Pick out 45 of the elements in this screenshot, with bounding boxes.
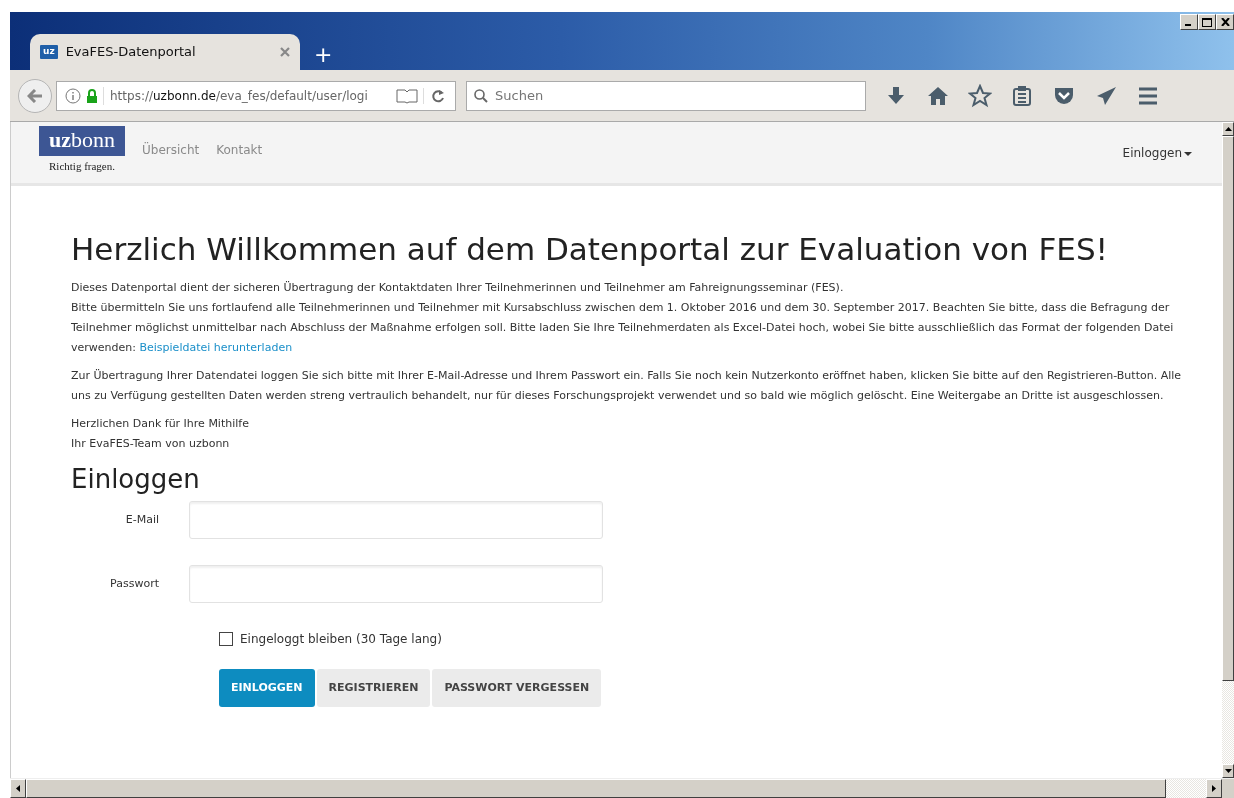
secondary-button[interactable]: PASSWORT VERGESSEN bbox=[432, 669, 602, 708]
checkbox[interactable] bbox=[219, 632, 233, 647]
browser-tab[interactable]: uz EvaFES-Datenportal bbox=[30, 34, 300, 70]
checkbox-label: Eingeloggt bleiben (30 Tage lang) bbox=[240, 631, 442, 649]
tab-close-button[interactable] bbox=[280, 47, 290, 57]
search-field[interactable]: Suchen bbox=[466, 80, 866, 111]
scrollbar-thumb[interactable] bbox=[1222, 136, 1234, 681]
scroll-up-button[interactable] bbox=[1222, 122, 1234, 136]
right-arrow-icon bbox=[1212, 785, 1216, 792]
new-tab-button[interactable]: + bbox=[314, 44, 333, 66]
field-label: E-Mail bbox=[124, 512, 160, 529]
lock-icon[interactable] bbox=[86, 88, 98, 103]
scroll-left-button[interactable] bbox=[10, 779, 26, 798]
login-heading: Einloggen bbox=[71, 464, 201, 496]
login-button[interactable]: EINLOGGEN bbox=[219, 669, 315, 708]
secondary-button[interactable]: REGISTRIEREN bbox=[316, 669, 431, 708]
scroll-right-button[interactable] bbox=[1206, 779, 1222, 798]
up-arrow-icon bbox=[1224, 127, 1232, 131]
tab-title: EvaFES-Datenportal bbox=[65, 43, 197, 62]
back-arrow-icon bbox=[27, 88, 43, 103]
clipboard-list-icon[interactable] bbox=[1010, 83, 1034, 108]
input-field[interactable] bbox=[189, 501, 603, 540]
closing-text: Herzlichen Dank für Ihre Mithilfe Ihr EvaFES-Team von uzbonn bbox=[71, 416, 250, 453]
maximize-button[interactable] bbox=[1198, 14, 1216, 30]
back-button[interactable] bbox=[18, 78, 52, 113]
favicon: uz bbox=[40, 45, 58, 59]
info-icon[interactable] bbox=[65, 87, 81, 104]
intro-paragraph: Dieses Datenportal dient der sicheren Übertragung der Kontaktdaten Ihrer Teilnehmerinnen und Teilnehmer am Fahreignungsseminar (FES). Bitte übermitteln Sie uns fortlaufend alle Teilnehmerinnen und Teilnehmer mit Kursabschluss zwischen dem 1. Oktober 2016 und dem 30. September 2017. Beachten Sie bitte, dass die Befragung der Teilnehmer möglichst unmittelbar nach Abschluss der Maßnahme erfolgen soll. Bitte laden Sie Ihre Teilnehmerdaten als Excel-Datei hoch, wobei Sie bitte ausschließlich das Format der folgenden Datei verwenden: Beispieldatei herunterladen bbox=[71, 280, 1175, 357]
caret-icon bbox=[1184, 151, 1192, 156]
close-icon bbox=[1220, 18, 1230, 26]
field-label: Passwort bbox=[109, 576, 160, 593]
input-field[interactable] bbox=[189, 565, 603, 604]
close-button[interactable] bbox=[1216, 14, 1234, 30]
download-link[interactable]: Beispieldatei herunterladen bbox=[139, 341, 293, 355]
maximize-icon bbox=[1202, 17, 1212, 27]
down-arrow-icon bbox=[1224, 769, 1232, 773]
reader-view-icon[interactable] bbox=[396, 87, 418, 104]
login-dropdown[interactable]: Einloggen bbox=[1122, 144, 1192, 162]
horizontal-scrollbar-thumb[interactable] bbox=[26, 779, 1166, 798]
minimize-button[interactable] bbox=[1180, 14, 1198, 30]
privacy-paragraph: Zur Übertragung Ihrer Datendatei loggen Sie sich bitte mit Ihrer E-Mail-Adresse und Ihrem Passwort ein. Falls Sie noch kein Nutzerkonto eröffnet haben, klicken Sie bitte auf den Registrieren-Button. Alle uns zu Verfügung gestellten Daten werden streng vertraulich behandelt, nur für dieses Forschungsprojekt verwendet und so bald wie möglich gelöscht. Eine Weitergabe an Dritte ist ausgeschlossen. bbox=[71, 368, 1183, 405]
scroll-down-button[interactable] bbox=[1222, 764, 1234, 778]
star-icon[interactable] bbox=[968, 83, 992, 108]
page-heading: Herzlich Willkommen auf dem Datenportal zur Evaluation von FES! bbox=[71, 231, 1109, 269]
left-arrow-icon bbox=[16, 785, 20, 792]
